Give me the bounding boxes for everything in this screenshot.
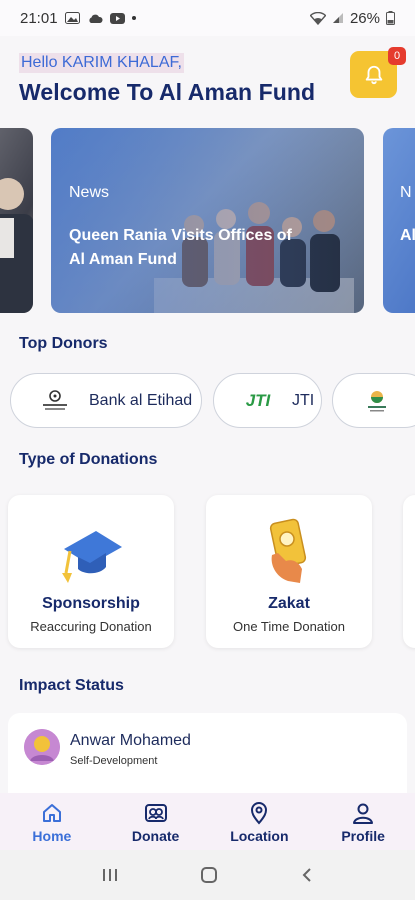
- nav-label: Location: [230, 828, 289, 844]
- impact-name: Anwar Mohamed: [70, 732, 191, 749]
- donation-type-zakat[interactable]: Zakat One Time Donation: [206, 495, 372, 648]
- nav-location[interactable]: Location: [208, 793, 312, 850]
- avatar: [24, 729, 60, 765]
- bell-icon: [365, 65, 382, 84]
- news-title: Queen Rania Visits Offices of Al Aman Fu…: [69, 227, 292, 268]
- nav-label: Home: [32, 828, 72, 844]
- notification-dot: [131, 16, 136, 20]
- news-category: N: [400, 184, 412, 201]
- impact-card[interactable]: Anwar Mohamed Self-Development: [8, 713, 407, 793]
- status-time: 21:01: [20, 9, 58, 27]
- donation-type-name: Sponsorship: [42, 595, 140, 612]
- system-navigation-bar: [0, 850, 415, 900]
- impact-subtitle: Self-Development: [70, 755, 158, 767]
- back-icon[interactable]: [300, 867, 314, 883]
- donate-icon: [144, 804, 167, 822]
- graduation-cap-icon: [62, 531, 122, 583]
- news-slide-previous[interactable]: [0, 128, 33, 313]
- donor-chip-bank-al-etihad[interactable]: Bank al Etihad: [10, 373, 202, 428]
- donor-chip-partial[interactable]: [332, 373, 415, 428]
- recent-apps-icon[interactable]: [101, 867, 119, 883]
- donation-type-subtitle: One Time Donation: [232, 619, 345, 634]
- location-icon: [251, 802, 268, 825]
- home-icon: [42, 804, 61, 822]
- bank-al-etihad-logo: [35, 388, 75, 414]
- donation-type-partial[interactable]: [403, 495, 415, 648]
- donor-chip-jti[interactable]: JTI JTI: [213, 373, 322, 428]
- news-carousel[interactable]: News Queen Rania Visits Offices of Al Am…: [0, 128, 415, 314]
- nav-home[interactable]: Home: [0, 793, 104, 850]
- jti-logo: JTI: [245, 390, 271, 410]
- cloud-icon: [88, 14, 103, 23]
- news-slide-next[interactable]: N Al of: [383, 128, 415, 313]
- notification-badge: 0: [388, 47, 406, 65]
- signal-icon: [332, 13, 343, 23]
- youtube-icon: [109, 12, 125, 24]
- profile-icon: [353, 803, 374, 824]
- gallery-icon: [64, 12, 80, 24]
- top-donors-heading: Top Donors: [19, 335, 108, 352]
- donation-type-subtitle: Reaccuring Donation: [30, 619, 152, 634]
- battery-icon: [386, 11, 395, 25]
- donation-types-heading: Type of Donations: [19, 451, 158, 468]
- donation-types-list[interactable]: Sponsorship Reaccuring Donation Zakat On…: [0, 495, 415, 649]
- nav-donate[interactable]: Donate: [104, 793, 208, 850]
- nav-label: Profile: [341, 828, 385, 844]
- welcome-title: Welcome To Al Aman Fund: [19, 79, 316, 105]
- wifi-icon: [309, 11, 326, 25]
- donor-name: JTI: [292, 391, 315, 409]
- donor-logo: [357, 388, 397, 414]
- impact-heading: Impact Status: [19, 677, 124, 694]
- donors-list[interactable]: Bank al Etihad JTI JTI: [0, 373, 415, 429]
- donor-name: Bank al Etihad: [89, 391, 193, 409]
- nav-profile[interactable]: Profile: [311, 793, 415, 850]
- news-category: News: [69, 184, 110, 201]
- greeting-text: Hello KARIM KHALAF,: [19, 53, 184, 73]
- donation-type-sponsorship[interactable]: Sponsorship Reaccuring Donation: [8, 495, 174, 648]
- news-slide[interactable]: News Queen Rania Visits Offices of Al Am…: [51, 128, 364, 313]
- news-title: Al of: [400, 227, 415, 244]
- bottom-nav[interactable]: Home Donate Location Profile: [0, 793, 415, 850]
- battery-percent: 26%: [349, 9, 380, 27]
- status-bar: 21:01 26%: [0, 0, 415, 36]
- home-button-icon[interactable]: [200, 866, 218, 884]
- hand-phone-coin-icon: [269, 518, 307, 583]
- donation-type-name: Zakat: [268, 595, 310, 612]
- nav-label: Donate: [131, 828, 180, 844]
